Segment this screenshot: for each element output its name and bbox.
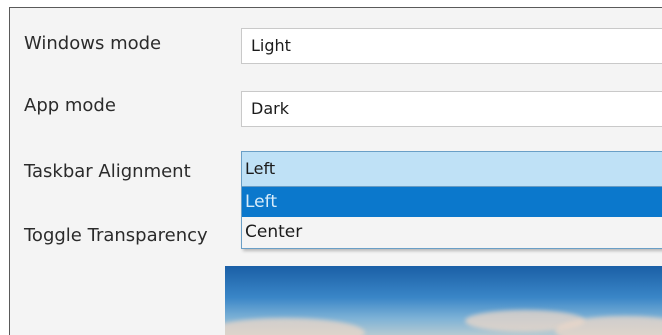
toggle-transparency-label: Toggle Transparency [24, 225, 208, 246]
taskbar-alignment-label: Taskbar Alignment [24, 161, 191, 182]
wallpaper-preview-image [225, 266, 662, 335]
windows-mode-select[interactable]: Light [241, 28, 662, 64]
app-mode-label: App mode [24, 95, 116, 116]
app-mode-select[interactable]: Dark [241, 91, 662, 127]
taskbar-alignment-select[interactable]: Left [241, 151, 662, 187]
settings-window: Windows mode Light App mode Dark Taskbar… [9, 7, 662, 335]
windows-mode-label: Windows mode [24, 33, 162, 54]
dropdown-option-center[interactable]: Center [242, 217, 662, 247]
taskbar-alignment-dropdown: Left Center [241, 187, 662, 249]
dropdown-option-left[interactable]: Left [242, 187, 662, 217]
